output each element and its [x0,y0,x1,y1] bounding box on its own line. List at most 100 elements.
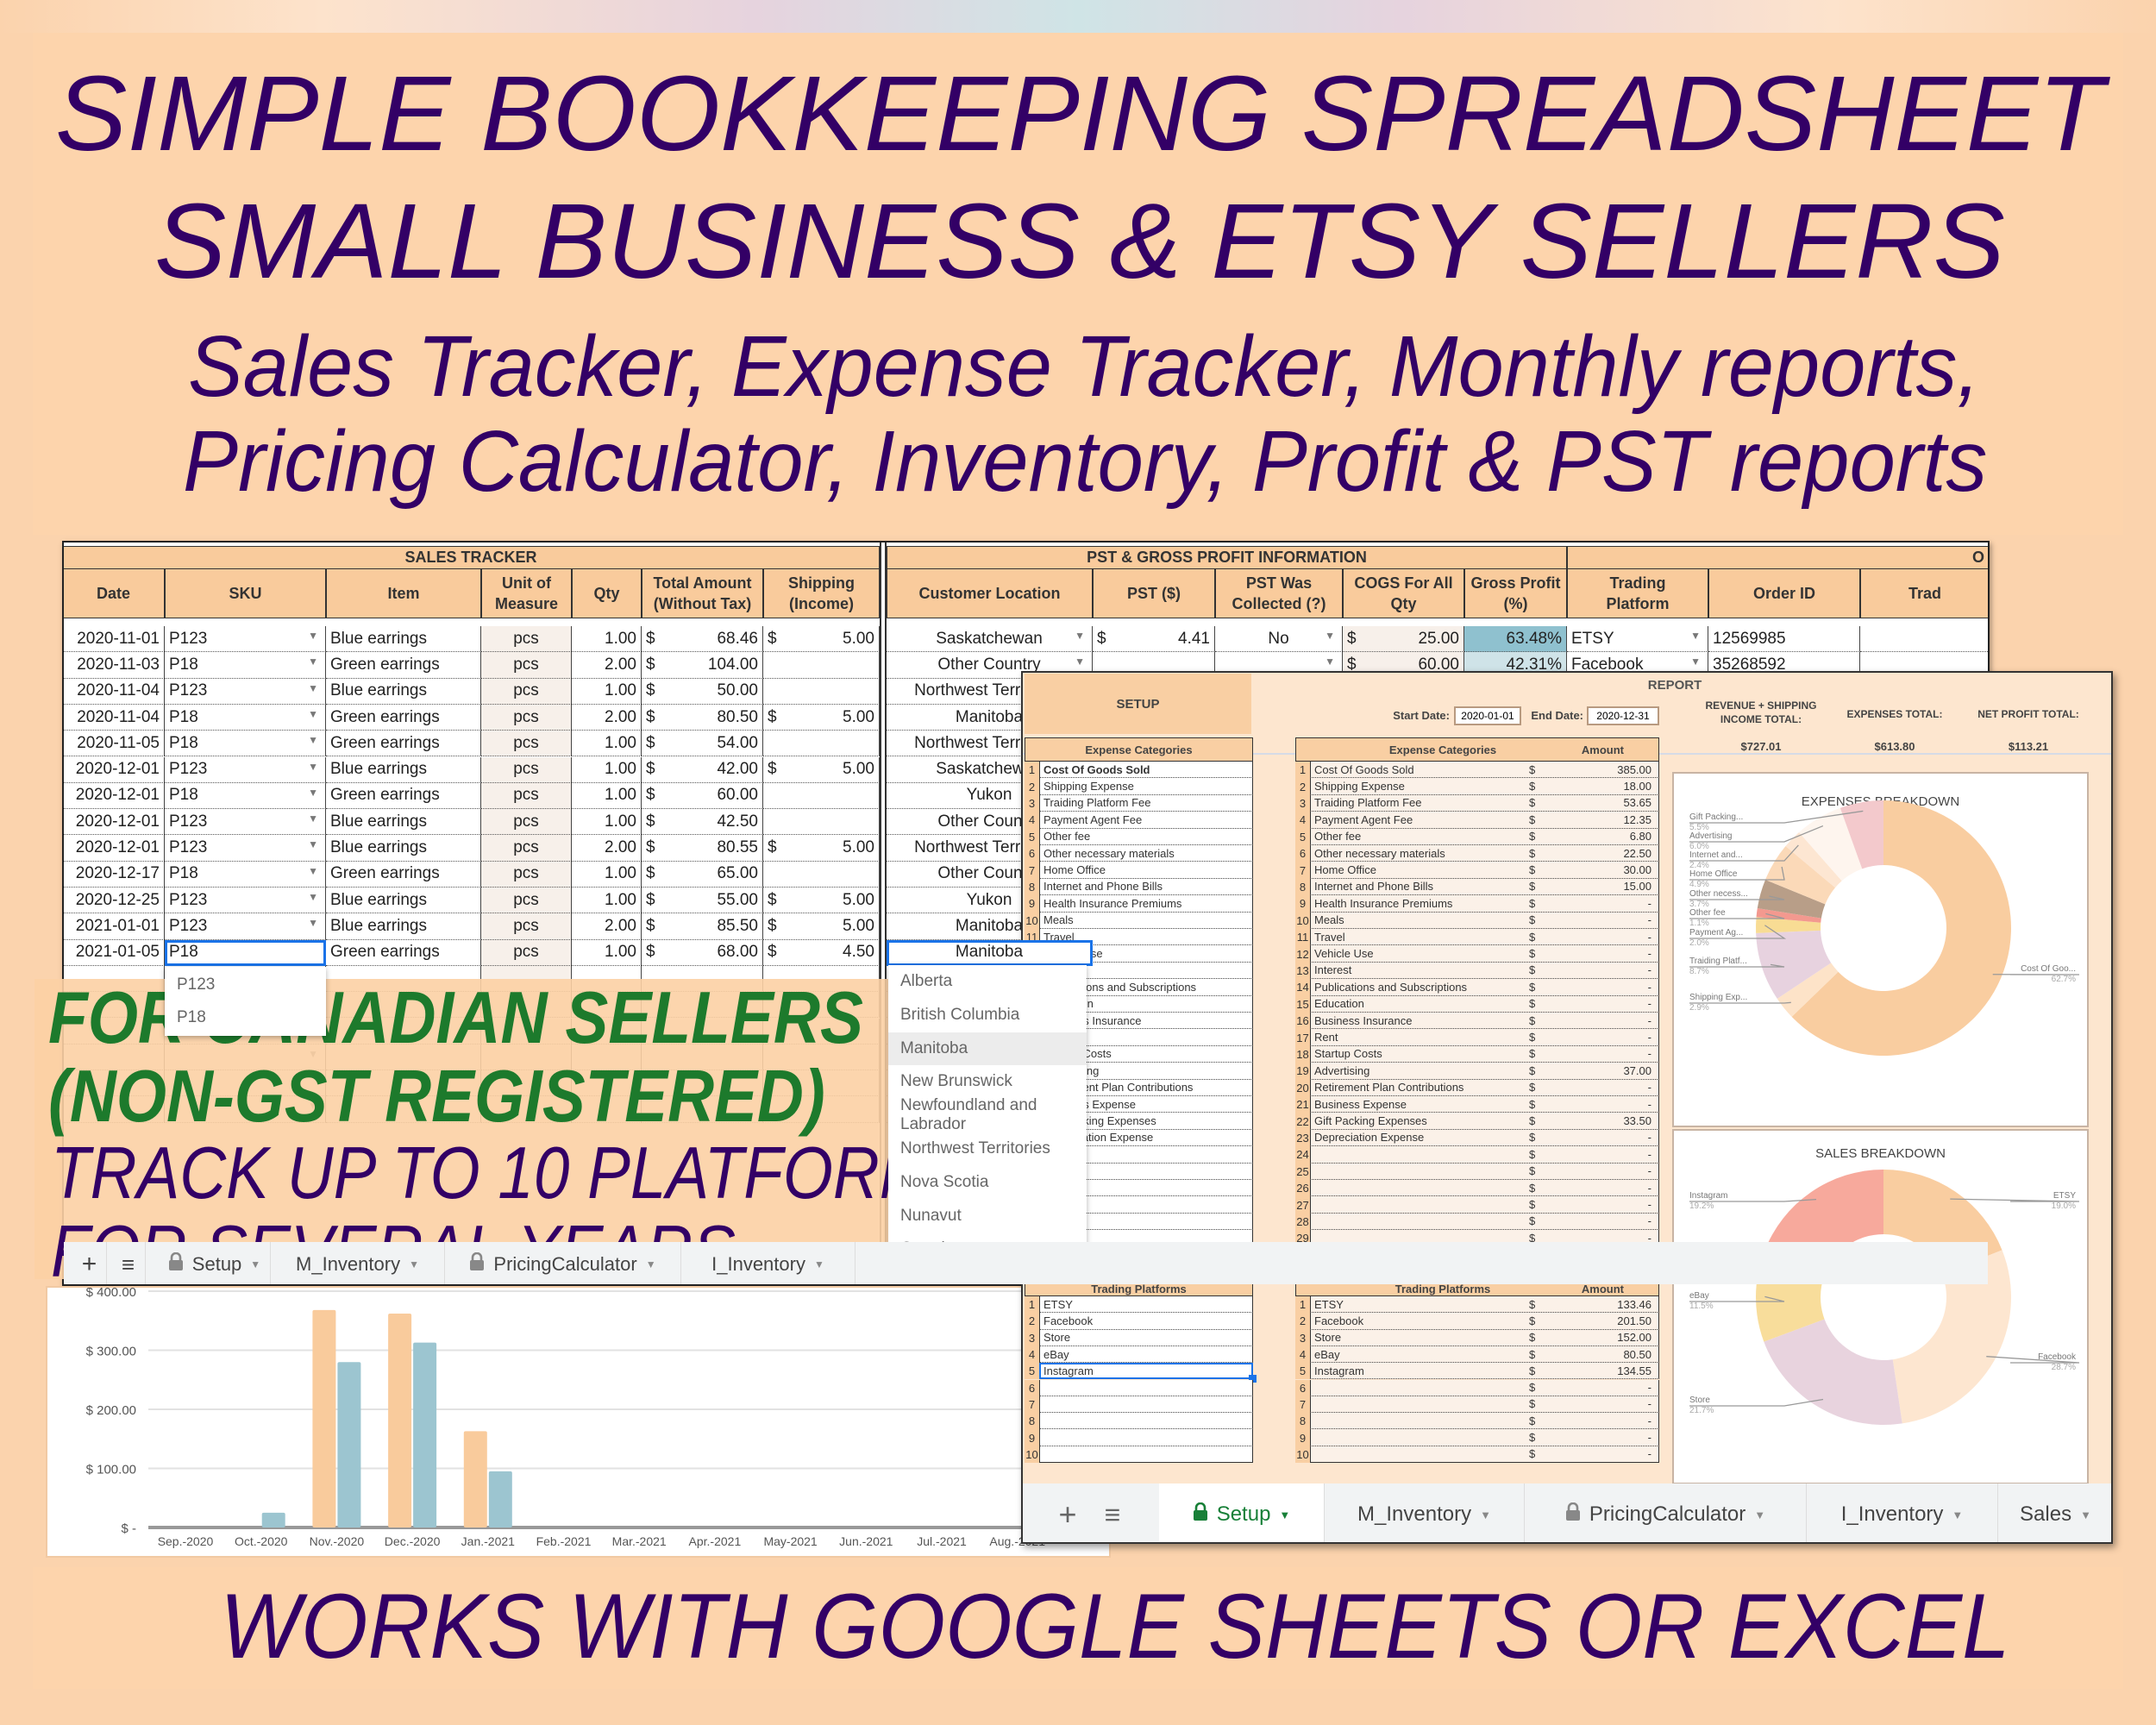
cell-total[interactable]: $50.00 [642,678,763,705]
column-header-unit[interactable]: Unit of Measure [481,568,572,618]
setup-expense-row[interactable]: Health Insurance Premiums [1039,895,1253,913]
setup-platform-row[interactable] [1039,1396,1253,1414]
report-expense-row[interactable]: Shipping Expense $18.00 [1310,778,1659,795]
report-platform-row[interactable]: $ - [1310,1429,1659,1446]
chevron-down-icon[interactable]: ▼ [1754,1509,1765,1521]
report-expense-row[interactable]: Other fee $6.80 [1310,828,1659,845]
cell-shipping[interactable] [763,782,880,810]
dropdown-arrow-icon[interactable]: ▼ [308,682,318,694]
cell-total[interactable]: $60.00 [642,782,763,810]
cell-date[interactable]: 2020-11-03 [64,652,165,679]
dropdown-arrow-icon[interactable]: ▼ [308,708,318,720]
cell-date[interactable]: 2020-12-01 [64,756,165,783]
cell-sku[interactable]: P123 ▼ [165,678,326,705]
dropdown-arrow-icon[interactable]: ▼ [1075,656,1085,668]
chevron-down-icon[interactable]: ▼ [409,1258,419,1270]
report-expense-row[interactable]: $- [1310,1196,1659,1214]
end-date-input[interactable]: 2020-12-31 [1587,706,1659,725]
cell-unit[interactable]: pcs [481,809,572,836]
dropdown-arrow-icon[interactable]: ▼ [1690,656,1701,668]
cell-gp[interactable]: 63.48% [1464,626,1567,653]
report-platform-row[interactable]: $ - [1310,1446,1659,1463]
report-expense-row[interactable]: Payment Agent Fee $12.35 [1310,812,1659,829]
column-header-collected[interactable]: PST Was Collected (?) [1215,568,1343,618]
cell-qty[interactable]: 2.00 [572,652,642,679]
cell-sku[interactable]: P123 ▼ [165,888,326,914]
setup-platform-row[interactable]: ETSY [1039,1296,1253,1314]
report-platform-row[interactable]: ETSY $133.46 [1310,1296,1659,1314]
column-header-order_id[interactable]: Order ID [1708,568,1860,618]
cell-sku[interactable]: P123 ▼ [165,835,326,862]
report-expense-row[interactable]: Cost Of Goods Sold $385.00 [1310,762,1659,779]
location-option[interactable]: Alberta [888,965,1087,998]
cell-item[interactable]: Blue earrings [326,913,481,940]
cell-location[interactable]: Manitoba [887,939,1093,966]
cell-total[interactable]: $80.50 [642,704,763,731]
setup-expense-row[interactable]: Meals [1039,912,1253,929]
setup-expense-row[interactable]: Cost Of Goods Sold [1039,762,1253,779]
report-expense-row[interactable]: Internet and Phone Bills $15.00 [1310,878,1659,896]
cell-unit[interactable]: pcs [481,835,572,862]
cell-total[interactable]: $42.00 [642,756,763,783]
cell-sku[interactable]: P18 [165,939,326,966]
cell-date[interactable]: 2020-11-05 [64,731,165,757]
column-header-cogs[interactable]: COGS For All Qty [1343,568,1464,618]
cell-total[interactable]: $80.55 [642,835,763,862]
dropdown-arrow-icon[interactable]: ▼ [1325,630,1335,642]
setup-platform-row[interactable] [1039,1379,1253,1396]
report-expense-row[interactable]: Interest $ - [1310,962,1659,980]
report-expense-row[interactable]: Business Insurance $ - [1310,1013,1659,1030]
location-option[interactable]: Nova Scotia [888,1166,1087,1199]
cell-unit[interactable]: pcs [481,888,572,914]
setup-expense-row[interactable]: Internet and Phone Bills [1039,878,1253,896]
cell-sku[interactable]: P18 ▼ [165,731,326,757]
report-expense-row[interactable]: $- [1310,1180,1659,1197]
all-sheets-button[interactable]: ≡ [1094,1484,1131,1542]
report-expense-row[interactable]: Traiding Platform Fee $53.65 [1310,794,1659,812]
cell-qty[interactable]: 1.00 [572,731,642,757]
setup-platform-row[interactable]: Store [1039,1329,1253,1346]
cell-order_id[interactable]: 12569985 [1708,626,1860,653]
sheet-tab-i_inventory[interactable]: I_Inventory ▼ [1807,1484,1998,1542]
dropdown-arrow-icon[interactable]: ▼ [308,838,318,850]
chevron-down-icon[interactable]: ▼ [1279,1509,1290,1521]
location-option[interactable]: New Brunswick [888,1065,1087,1098]
dropdown-arrow-icon[interactable]: ▼ [308,891,318,903]
cell-qty[interactable]: 1.00 [572,939,642,966]
chevron-down-icon[interactable]: ▼ [1480,1509,1491,1521]
cell-shipping[interactable]: $5.00 [763,888,880,914]
cell-sku[interactable]: P18 ▼ [165,861,326,888]
cell-item[interactable]: Green earrings [326,939,481,966]
sheet-tab-setup[interactable]: Setup ▼ [159,1242,271,1284]
cell-unit[interactable]: pcs [481,861,572,888]
cell-shipping[interactable] [763,678,880,705]
cell-unit[interactable]: pcs [481,939,572,966]
setup-expense-row[interactable]: Other fee [1039,828,1253,845]
cell-cogs[interactable]: $25.00 [1343,626,1464,653]
report-platform-row[interactable]: eBay $80.50 [1310,1346,1659,1364]
cell-item[interactable]: Blue earrings [326,756,481,783]
report-expense-row[interactable]: Startup Costs $ - [1310,1045,1659,1063]
cell-date[interactable]: 2020-12-01 [64,835,165,862]
report-expense-row[interactable]: Education $ - [1310,995,1659,1013]
cell-item[interactable]: Green earrings [326,731,481,757]
cell-sku[interactable]: P123 ▼ [165,809,326,836]
sku-option[interactable]: P123 [165,969,326,1001]
cell-shipping[interactable]: $5.00 [763,704,880,731]
add-sheet-button[interactable]: + [72,1242,107,1284]
cell-trad[interactable] [1860,626,1988,653]
report-expense-row[interactable]: Vehicle Use $ - [1310,945,1659,963]
add-sheet-button[interactable]: + [1049,1484,1087,1542]
cell-item[interactable]: Blue earrings [326,626,481,653]
cell-item[interactable]: Green earrings [326,861,481,888]
setup-platform-row[interactable]: eBay [1039,1346,1253,1364]
report-expense-row[interactable]: Retirement Plan Contributions $ - [1310,1079,1659,1096]
cell-sku[interactable]: P123 ▼ [165,626,326,653]
report-expense-row[interactable]: Travel $ - [1310,929,1659,946]
location-option[interactable]: British Columbia [888,999,1087,1032]
column-header-pst[interactable]: PST ($) [1093,568,1215,618]
cell-sku[interactable]: P18 ▼ [165,652,326,679]
cell-total[interactable]: $54.00 [642,731,763,757]
chevron-down-icon[interactable]: ▼ [2080,1509,2091,1521]
sheet-tab-pricingcalculator[interactable]: PricingCalculator ▼ [1525,1484,1807,1542]
